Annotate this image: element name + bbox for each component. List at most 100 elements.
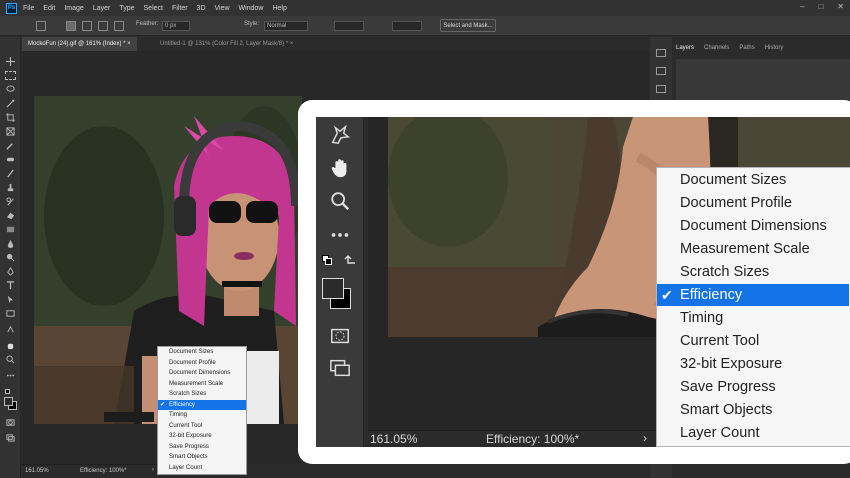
zoom-tool-icon[interactable]	[5, 355, 16, 364]
new-selection-icon[interactable]	[66, 21, 76, 31]
marquee-tool-icon[interactable]	[5, 71, 16, 80]
menu-select[interactable]: Select	[144, 5, 163, 12]
lasso-tool-icon[interactable]	[5, 85, 16, 94]
puppet-warp-icon[interactable]	[328, 123, 352, 147]
tab-mockofun[interactable]: MockoFun (24).gif @ 161% (Index) * ×	[22, 37, 137, 51]
menu-view[interactable]: View	[215, 5, 230, 12]
screen-mode-icon[interactable]	[328, 356, 352, 380]
puppet-warp-icon[interactable]	[5, 325, 16, 334]
menu-item-document-profile[interactable]: Document Profile	[657, 192, 849, 214]
menu-item-smart-objects[interactable]: Smart Objects	[158, 452, 246, 463]
crop-tool-icon[interactable]	[5, 113, 16, 122]
height-input[interactable]	[392, 21, 422, 31]
select-and-mask-button[interactable]: Select and Mask...	[440, 19, 496, 32]
menu-item-label: Document Profile	[169, 358, 216, 366]
width-input[interactable]	[334, 21, 364, 31]
add-selection-icon[interactable]	[82, 21, 92, 31]
intersect-selection-icon[interactable]	[114, 21, 124, 31]
brush-tool-icon[interactable]	[5, 169, 16, 178]
menu-edit[interactable]: Edit	[43, 5, 55, 12]
menu-item-timing[interactable]: Timing	[158, 410, 246, 421]
healing-brush-tool-icon[interactable]	[5, 155, 16, 164]
menu-item-save-progress[interactable]: Save Progress	[158, 442, 246, 453]
tab-layers[interactable]: Layers	[676, 45, 694, 57]
menu-item-save-progress[interactable]: Save Progress	[657, 376, 849, 398]
menu-item-scratch-sizes[interactable]: Scratch Sizes	[657, 261, 849, 283]
subtract-selection-icon[interactable]	[98, 21, 108, 31]
menu-item-current-tool[interactable]: Current Tool	[158, 421, 246, 432]
menu-item-document-dimensions[interactable]: Document Dimensions	[158, 368, 246, 379]
history-brush-tool-icon[interactable]	[5, 197, 16, 206]
menu-3d[interactable]: 3D	[197, 5, 206, 12]
menu-layer[interactable]: Layer	[93, 5, 111, 12]
menu-item-measurement-scale[interactable]: Measurement Scale	[158, 379, 246, 390]
menu-item-smart-objects[interactable]: Smart Objects	[657, 399, 849, 421]
default-colors-icon[interactable]	[5, 389, 10, 394]
menu-filter[interactable]: Filter	[172, 5, 188, 12]
status-menu-chevron-icon[interactable]: ›	[152, 467, 154, 473]
tab-history[interactable]: History	[765, 45, 784, 57]
menu-item-32-bit-exposure[interactable]: 32-bit Exposure	[657, 353, 849, 375]
swap-colors-icon[interactable]	[343, 254, 357, 271]
move-tool-icon[interactable]	[5, 57, 16, 66]
menu-item-scratch-sizes[interactable]: Scratch Sizes	[158, 389, 246, 400]
magic-wand-tool-icon[interactable]	[5, 99, 16, 108]
marquee-preset-icon[interactable]	[36, 21, 46, 31]
path-selection-tool-icon[interactable]	[5, 295, 16, 304]
type-tool-icon[interactable]	[5, 281, 16, 290]
menu-item-32-bit-exposure[interactable]: 32-bit Exposure	[158, 431, 246, 442]
status-menu-chevron-icon[interactable]: ›	[643, 431, 647, 445]
clone-stamp-tool-icon[interactable]	[5, 183, 16, 192]
foreground-color-swatch[interactable]	[4, 397, 13, 406]
gradient-tool-icon[interactable]	[5, 225, 16, 234]
tab-channels[interactable]: Channels	[704, 45, 729, 57]
blur-tool-icon[interactable]	[5, 239, 16, 248]
menu-item-document-sizes[interactable]: Document Sizes	[657, 169, 849, 191]
default-colors-icon[interactable]	[322, 255, 332, 265]
quick-mask-icon[interactable]	[328, 324, 352, 348]
zoom-level[interactable]: 161.05%	[25, 468, 49, 474]
dodge-tool-icon[interactable]	[5, 253, 16, 262]
menu-window[interactable]: Window	[239, 5, 264, 12]
frame-tool-icon[interactable]	[5, 127, 16, 136]
eyedropper-tool-icon[interactable]	[5, 141, 16, 150]
menu-file[interactable]: File	[23, 5, 34, 12]
menu-type[interactable]: Type	[119, 5, 134, 12]
document-tabs: MockoFun (24).gif @ 161% (Index) * × Unt…	[22, 37, 650, 51]
more-tools-icon[interactable]	[5, 371, 16, 380]
zoom-tool-icon[interactable]	[328, 189, 352, 213]
adjustments-panel-icon[interactable]	[656, 85, 666, 93]
menu-item-efficiency[interactable]: ✔ Efficiency	[657, 284, 849, 306]
menu-item-label: Current Tool	[169, 421, 203, 429]
menu-item-measurement-scale[interactable]: Measurement Scale	[657, 238, 849, 260]
pen-tool-icon[interactable]	[5, 267, 16, 276]
menu-item-current-tool[interactable]: Current Tool	[657, 330, 849, 352]
zoom-level[interactable]: 161.05%	[370, 432, 417, 446]
menu-help[interactable]: Help	[272, 5, 286, 12]
history-panel-icon[interactable]	[656, 49, 666, 57]
screen-mode-icon[interactable]	[5, 433, 16, 442]
rectangle-tool-icon[interactable]	[5, 309, 16, 318]
minimize-button[interactable]: –	[800, 2, 804, 11]
close-button[interactable]: ✕	[837, 2, 844, 11]
menu-item-layer-count[interactable]: Layer Count	[158, 463, 246, 474]
feather-input[interactable]: 0 px	[162, 21, 190, 31]
menu-item-document-profile[interactable]: Document Profile	[158, 358, 246, 369]
menu-item-efficiency[interactable]: ✔ Efficiency	[158, 399, 246, 410]
maximize-button[interactable]: □	[818, 2, 823, 11]
foreground-color-swatch[interactable]	[322, 278, 344, 299]
menu-item-layer-count[interactable]: Layer Count	[657, 422, 849, 444]
menu-item-document-dimensions[interactable]: Document Dimensions	[657, 215, 849, 237]
style-select[interactable]: Normal	[264, 21, 308, 31]
hand-tool-icon[interactable]	[5, 341, 16, 350]
menu-item-timing[interactable]: Timing	[657, 307, 849, 329]
eraser-tool-icon[interactable]	[5, 211, 16, 220]
more-tools-icon[interactable]	[328, 223, 352, 247]
tab-paths[interactable]: Paths	[739, 45, 754, 57]
menu-image[interactable]: Image	[64, 5, 83, 12]
quick-mask-icon[interactable]	[5, 418, 16, 427]
properties-panel-icon[interactable]	[656, 67, 666, 75]
hand-tool-icon[interactable]	[328, 156, 352, 180]
menu-item-document-sizes[interactable]: Document Sizes	[158, 347, 246, 358]
tab-untitled-1[interactable]: Untitled-1 @ 131% (Color Fill 2, Layer M…	[154, 37, 299, 51]
